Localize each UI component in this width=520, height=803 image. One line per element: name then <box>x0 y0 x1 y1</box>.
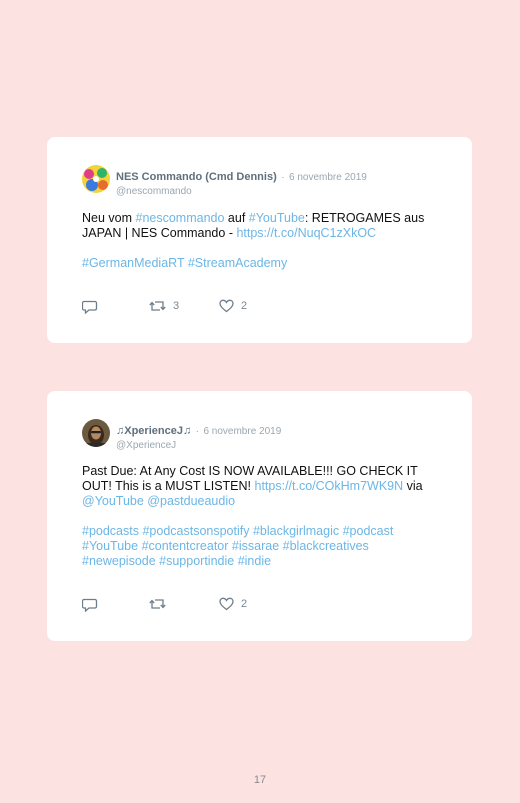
hashtag-link[interactable]: #contentcreator <box>142 539 229 553</box>
hashtag-link[interactable]: #blackcreatives <box>283 539 369 553</box>
retweet-button[interactable] <box>149 597 173 611</box>
hashtag-link[interactable]: #podcast <box>343 524 394 538</box>
avatar[interactable] <box>82 419 110 447</box>
like-count: 2 <box>241 300 248 312</box>
text-segment: via <box>403 479 423 493</box>
hashtag-link[interactable]: #YouTube <box>249 211 305 225</box>
tweet-paragraph: Past Due: At Any Cost IS NOW AVAILABLE!!… <box>82 464 442 509</box>
hashtag-link[interactable]: #issarae <box>232 539 279 553</box>
like-button[interactable]: 2 <box>219 299 247 313</box>
page-number: 17 <box>253 774 267 786</box>
url-link[interactable]: https://t.co/COkHm7WK9N <box>255 479 404 493</box>
author-handle[interactable]: @XperienceJ <box>116 440 281 451</box>
tweet-actions: 2 <box>82 597 282 613</box>
hashtag-link[interactable]: #newepisode <box>82 554 156 568</box>
reply-icon <box>82 300 98 314</box>
reply-icon <box>82 598 98 612</box>
mention-link[interactable]: @YouTube <box>82 494 144 508</box>
hashtag-link[interactable]: #blackgirlmagic <box>253 524 339 538</box>
retweet-count: 3 <box>173 300 180 312</box>
mention-link[interactable]: @pastdueaudio <box>147 494 235 508</box>
author-handle[interactable]: @nescommando <box>116 186 367 197</box>
retweet-icon <box>149 599 166 609</box>
text-segment: auf <box>224 211 249 225</box>
text-segment: Neu vom <box>82 211 136 225</box>
separator: · <box>281 172 285 183</box>
tweet-paragraph: #GermanMediaRT #StreamAcademy <box>82 256 442 271</box>
separator: · <box>195 426 199 437</box>
like-count: 2 <box>241 598 248 610</box>
like-button[interactable]: 2 <box>219 597 247 611</box>
heart-icon <box>219 299 234 313</box>
avatar[interactable] <box>82 165 110 193</box>
hashtag-link[interactable]: #nescommando <box>136 211 225 225</box>
hashtag-link[interactable]: #YouTube <box>82 539 138 553</box>
tweet-text: Past Due: At Any Cost IS NOW AVAILABLE!!… <box>82 464 442 569</box>
tweet-paragraph: #podcasts #podcastsonspotify #blackgirlm… <box>82 524 442 569</box>
tweet-text: Neu vom #nescommando auf #YouTube: RETRO… <box>82 211 442 271</box>
reply-button[interactable] <box>82 597 98 612</box>
tweet-date[interactable]: 6 novembre 2019 <box>203 426 281 437</box>
tweet-meta: ♫XperienceJ♫ · 6 novembre 2019 @Xperienc… <box>116 421 281 451</box>
hashtag-link[interactable]: #podcasts <box>82 524 139 538</box>
author-name[interactable]: NES Commando (Cmd Dennis) <box>116 171 277 183</box>
tweet-card: NES Commando (Cmd Dennis) · 6 novembre 2… <box>47 137 472 343</box>
tweet-actions: 3 2 <box>82 299 282 315</box>
retweet-icon <box>149 301 166 311</box>
heart-icon <box>219 597 234 611</box>
author-name[interactable]: ♫XperienceJ♫ <box>116 425 191 437</box>
tweet-card: ♫XperienceJ♫ · 6 novembre 2019 @Xperienc… <box>47 391 472 641</box>
hashtag-link[interactable]: #indie <box>238 554 271 568</box>
hashtag-link[interactable]: #GermanMediaRT <box>82 256 184 270</box>
tweet-paragraph: Neu vom #nescommando auf #YouTube: RETRO… <box>82 211 442 241</box>
hashtag-link[interactable]: #supportindie <box>159 554 234 568</box>
retweet-button[interactable]: 3 <box>149 299 179 313</box>
hashtag-link[interactable]: #podcastsonspotify <box>142 524 249 538</box>
tweet-date[interactable]: 6 novembre 2019 <box>289 172 367 183</box>
reply-button[interactable] <box>82 299 98 314</box>
hashtag-link[interactable]: #StreamAcademy <box>188 256 287 270</box>
url-link[interactable]: https://t.co/NuqC1zXkOC <box>236 226 376 240</box>
tweet-meta: NES Commando (Cmd Dennis) · 6 novembre 2… <box>116 167 367 197</box>
